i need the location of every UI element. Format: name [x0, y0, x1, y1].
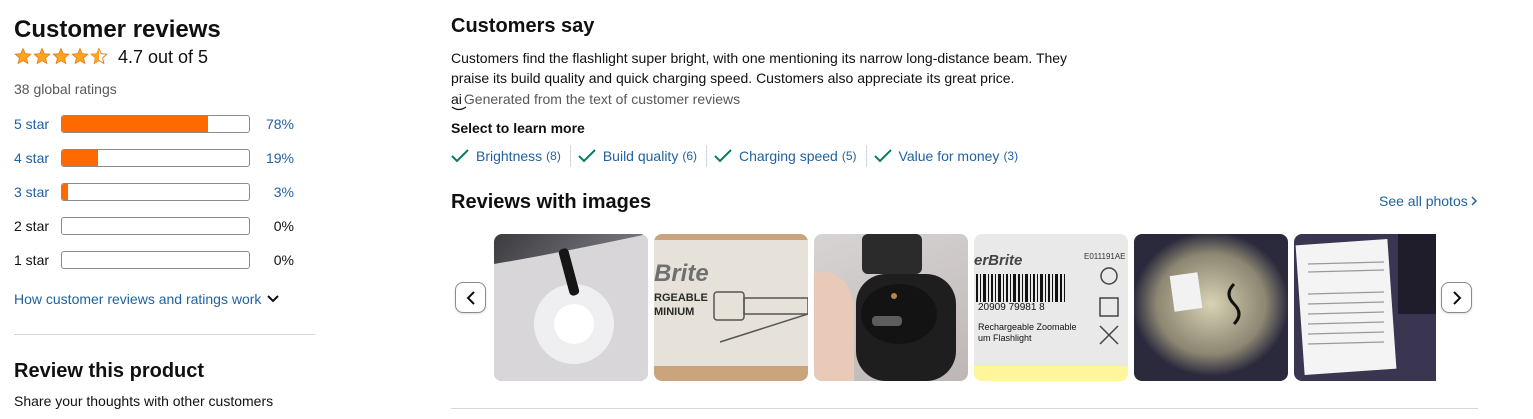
aspect-label: Charging speed	[739, 148, 838, 164]
see-all-photos-label: See all photos	[1379, 193, 1468, 209]
box-text: um Flashlight	[978, 333, 1032, 343]
warning-strip	[974, 366, 1128, 381]
review-image-thumbnail[interactable]: Brite RGEABLE MINIUM	[654, 234, 808, 381]
review-image-thumbnail[interactable]	[1134, 234, 1288, 381]
how-reviews-work-link[interactable]: How customer reviews and ratings work	[14, 291, 280, 307]
histogram-percent[interactable]: 19%	[254, 150, 294, 166]
reviews-with-images-title: Reviews with images	[451, 191, 652, 213]
ai-smile-icon	[451, 106, 467, 111]
aspect-list: Brightness (8) Build quality (6) Charging sp…	[451, 145, 1018, 167]
aspect-separator	[706, 145, 707, 167]
rating-text: 4.7 out of 5	[118, 47, 209, 67]
box-text: MINIUM	[654, 306, 695, 318]
review-image-thumbnail[interactable]: erBrite E011191AE 20909 79981 8 Recharge…	[974, 234, 1128, 381]
flashlight-beam-photo	[494, 234, 648, 381]
global-ratings-count: 38 global ratings	[14, 81, 117, 97]
histogram-bar	[61, 115, 250, 133]
generated-text: Generated from the text of customer revi…	[463, 91, 741, 107]
light-spot-photo	[1134, 234, 1288, 376]
star-full-icon	[33, 47, 51, 65]
manual-photo	[1295, 234, 1436, 376]
box-brand-text: erBrite	[974, 252, 1023, 269]
carousel-prev-button[interactable]	[455, 282, 486, 313]
check-icon	[873, 149, 892, 163]
histogram-percent[interactable]: 3%	[254, 184, 294, 200]
aspect-count: (5)	[841, 149, 857, 163]
star-full-icon	[71, 47, 89, 65]
box-text: Rechargeable Zoomable	[978, 322, 1077, 332]
review-product-subtitle: Share your thoughts with other customers	[14, 393, 274, 409]
histogram-star-label[interactable]: 5 star	[14, 116, 49, 132]
summary-line: Customers find the flashlight super brig…	[451, 50, 1068, 66]
star-rating[interactable]	[14, 47, 108, 65]
review-product-title: Review this product	[14, 360, 205, 382]
aspect-label: Brightness	[476, 148, 543, 164]
histogram-bar	[61, 217, 250, 235]
review-image-thumbnail[interactable]	[1294, 234, 1436, 381]
how-reviews-work-label: How customer reviews and ratings work	[14, 291, 262, 307]
histogram-bar	[61, 149, 250, 167]
check-icon	[578, 149, 596, 163]
divider	[14, 334, 315, 335]
box-text: RGEABLE	[654, 292, 708, 304]
star-full-icon	[52, 47, 70, 65]
aspect-count: (8)	[546, 149, 561, 163]
customers-say-summary: Customers find the flashlight super brig…	[451, 48, 1067, 88]
histogram-star-label[interactable]: 3 star	[14, 184, 49, 200]
divider	[451, 408, 1478, 409]
carousel-next-button[interactable]	[1441, 282, 1472, 313]
histogram-bar-fill	[62, 150, 98, 166]
flashlight-drawing	[713, 291, 808, 343]
aspect-chip[interactable]: Brightness (8)	[451, 145, 561, 167]
select-to-learn-title: Select to learn more	[451, 120, 585, 136]
review-image-thumbnail[interactable]	[814, 234, 968, 381]
histogram-star-label[interactable]: 4 star	[14, 150, 49, 166]
customer-reviews-title: Customer reviews	[14, 16, 221, 43]
barcode-number: 20909 79981 8	[978, 302, 1045, 313]
chevron-left-icon	[466, 290, 475, 305]
check-icon	[714, 149, 732, 163]
ai-icon: ai	[451, 91, 467, 111]
histogram-percent: 0%	[273, 252, 294, 268]
histogram-bar-fill	[62, 116, 208, 132]
box-code-text: E011191AE	[1084, 252, 1126, 261]
aspect-count: (6)	[682, 149, 697, 163]
aspect-chip[interactable]: Value for money (3)	[873, 145, 1019, 167]
aspect-label: Build quality	[602, 148, 679, 164]
ai-icon-text: ai	[451, 91, 462, 107]
histogram-percent: 0%	[273, 218, 294, 234]
charging-port-photo	[814, 234, 956, 381]
histogram-star-label: 2 star	[14, 218, 50, 234]
aspect-label: Value for money	[898, 148, 1000, 164]
chevron-right-icon	[1471, 196, 1477, 206]
aspect-chip[interactable]: Build quality (6)	[578, 145, 697, 167]
box-brand-text: Brite	[654, 260, 709, 287]
aspect-separator	[865, 145, 867, 167]
aspect-count: (3)	[1003, 149, 1019, 163]
histogram-bar	[61, 251, 250, 269]
histogram-bar-fill	[62, 184, 68, 200]
aspect-chip[interactable]: Charging speed (5)	[714, 145, 857, 167]
histogram-star-label: 1 star	[14, 252, 50, 268]
aspect-separator	[569, 145, 571, 167]
histogram-percent[interactable]: 78%	[254, 116, 294, 132]
check-icon	[451, 149, 469, 163]
recycle-symbols-icon	[1099, 267, 1119, 345]
histogram-bar	[61, 183, 250, 201]
summary-line: praise its build quality and quick charg…	[451, 70, 1015, 86]
see-all-photos-link[interactable]: See all photos	[1379, 193, 1478, 209]
star-half-icon	[90, 47, 108, 65]
review-image-thumbnail[interactable]	[494, 234, 648, 381]
ai-generated-note: ai Generated from the text of customer r…	[451, 91, 741, 111]
chevron-right-icon	[1452, 290, 1461, 305]
chevron-down-icon	[267, 295, 280, 303]
star-full-icon	[14, 47, 32, 65]
customers-say-title: Customers say	[451, 15, 595, 37]
